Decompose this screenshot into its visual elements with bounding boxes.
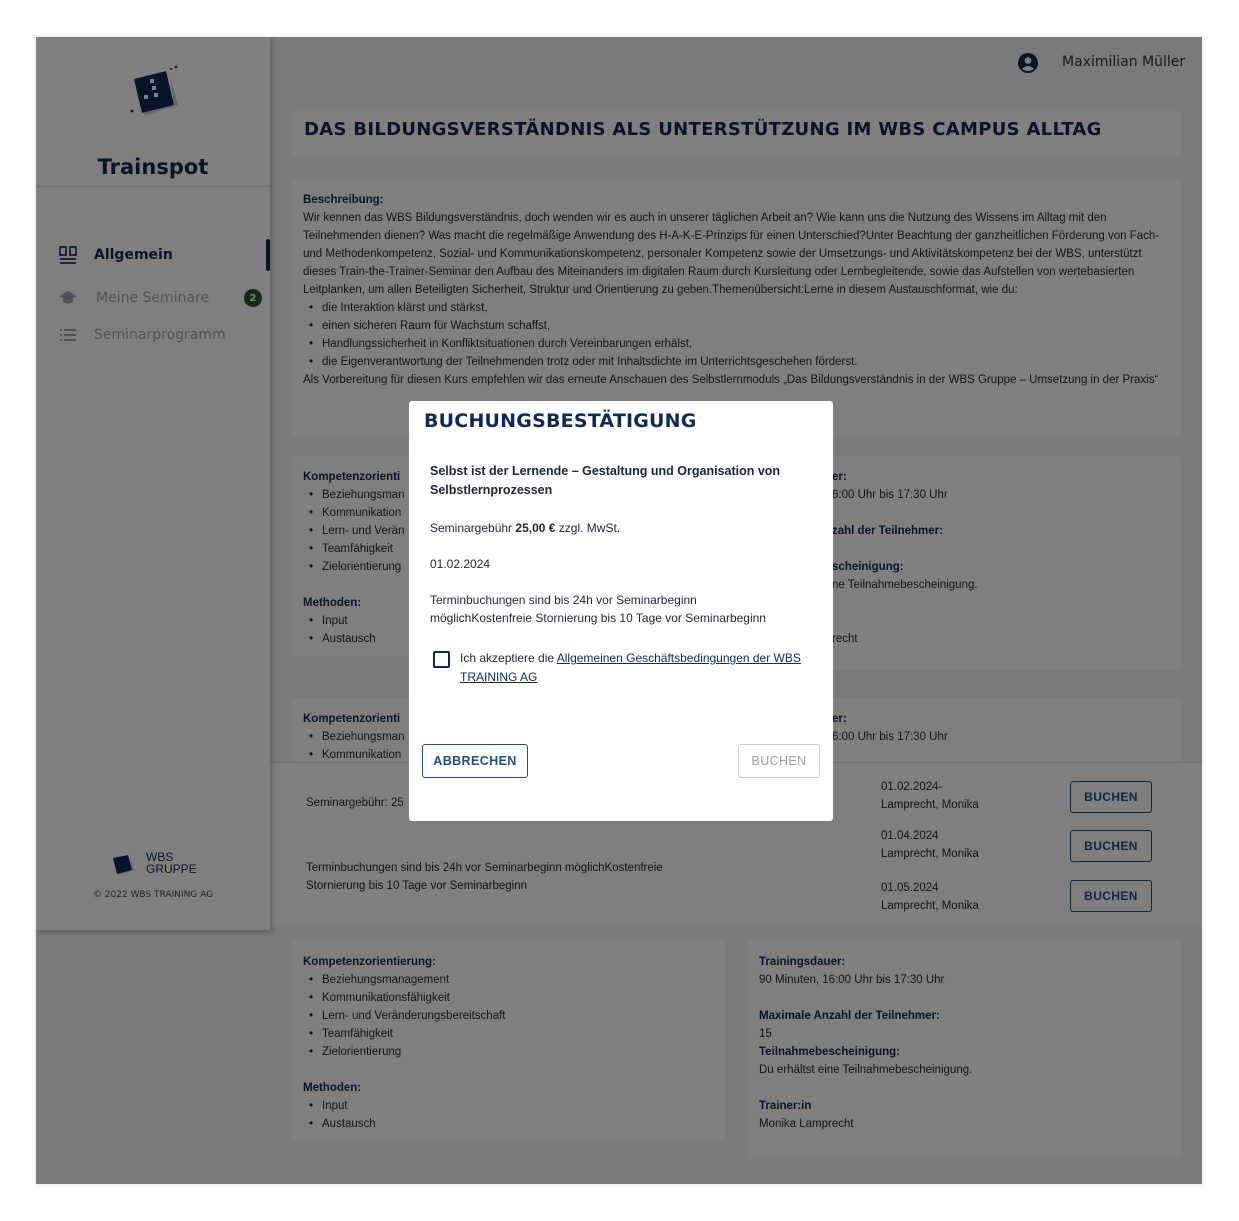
seminar-name: Selbst ist der Lernende – Gestaltung und… — [430, 464, 781, 497]
dialog-title: BUCHUNGSBESTÄTIGUNG — [424, 410, 697, 432]
agb-label: Ich akzeptiere die Allgemeinen Geschäfts… — [460, 649, 810, 687]
seminar-fee: Seminargebühr 25,00 € zzgl. MwSt. — [430, 519, 620, 537]
cancel-button[interactable]: ABBRECHEN — [422, 744, 528, 778]
agb-checkbox[interactable] — [433, 651, 450, 668]
fee-prefix: Seminargebühr — [430, 521, 516, 535]
agb-prefix: Ich akzeptiere die — [460, 651, 557, 665]
booking-terms: Terminbuchungen sind bis 24h vor Seminar… — [430, 593, 766, 625]
fee-amount: 25,00 € — [515, 521, 556, 535]
app-window: Trainspot Allgemein Meine Seminare 2 Sem… — [36, 37, 1202, 1184]
fee-suffix: zzgl. MwSt. — [555, 521, 621, 535]
confirm-book-button[interactable]: BUCHEN — [738, 744, 820, 778]
booking-confirmation-dialog: BUCHUNGSBESTÄTIGUNG Selbst ist der Lerne… — [409, 401, 833, 821]
seminar-date: 01.02.2024 — [430, 557, 491, 571]
